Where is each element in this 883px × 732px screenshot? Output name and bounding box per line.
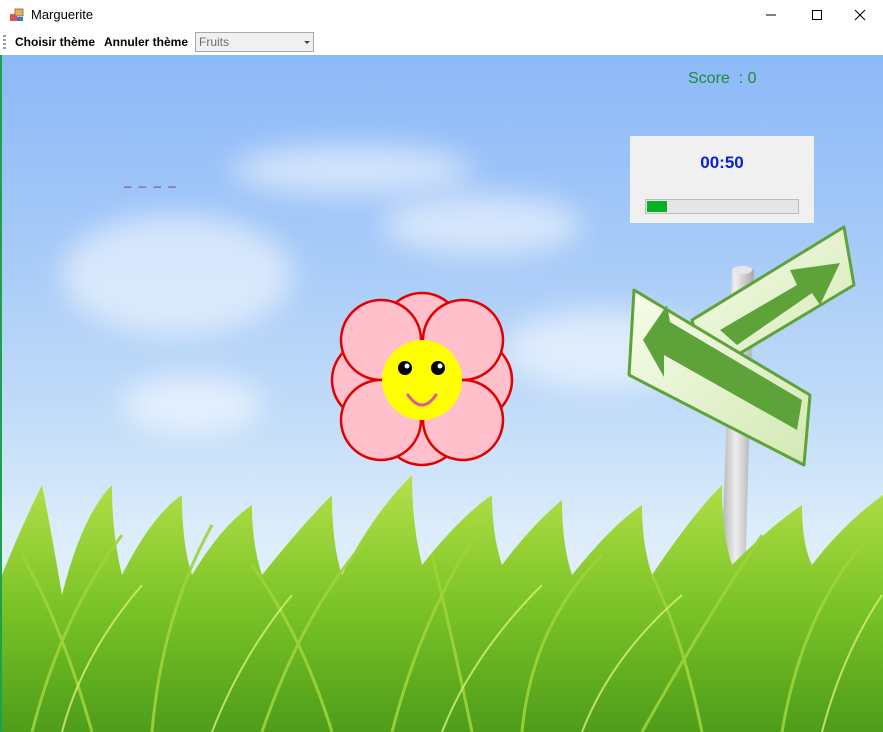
close-button[interactable] <box>837 0 883 30</box>
minimize-button[interactable] <box>748 0 794 30</box>
theme-combo-value: Fruits <box>199 35 229 49</box>
theme-combo[interactable]: Fruits <box>195 32 314 52</box>
time-progress-bar <box>645 199 799 214</box>
toolstrip-grip[interactable] <box>3 35 6 50</box>
timer-panel: 00:50 <box>630 136 814 223</box>
close-icon <box>854 9 866 21</box>
window-title: Marguerite <box>31 7 94 22</box>
game-scene: Score : 0 _ _ _ _ 00:50 <box>2 55 883 732</box>
time-progress-fill <box>647 201 667 212</box>
timer-label: 00:50 <box>700 153 744 172</box>
menu-cancel-theme[interactable]: Annuler thème <box>104 35 188 49</box>
chevron-down-icon[interactable] <box>304 41 310 44</box>
title-bar: Marguerite <box>0 0 883 30</box>
menu-choose-theme[interactable]: Choisir thème <box>15 35 95 49</box>
menu-bar: Choisir thème Annuler thème <box>0 30 883 55</box>
maximize-icon <box>812 10 822 20</box>
maximize-button[interactable] <box>794 0 840 30</box>
word-blanks: _ _ _ _ <box>124 173 178 188</box>
minimize-icon <box>766 14 776 16</box>
app-window-icon <box>10 8 24 21</box>
score-label: Score : 0 <box>688 70 757 87</box>
